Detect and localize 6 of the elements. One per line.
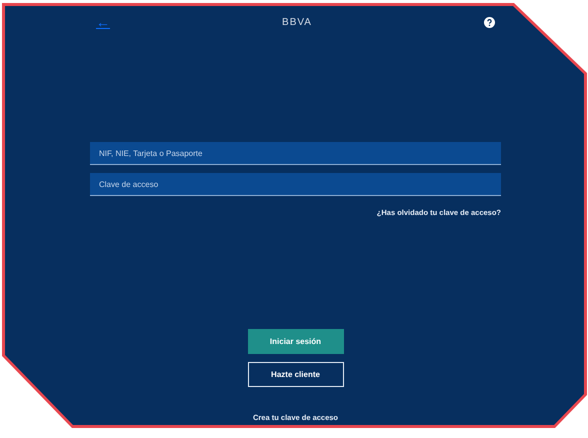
input-field[interactable]: NIF, NIE, Tarjeta o Pasaporte [90,142,501,165]
register-button[interactable]: Hazte cliente [248,362,344,388]
logo: BBVA [282,16,312,30]
input-field[interactable]: Clave de acceso [90,173,501,196]
help-icon[interactable] [484,16,495,28]
login-button[interactable]: Iniciar sesión [248,329,344,354]
